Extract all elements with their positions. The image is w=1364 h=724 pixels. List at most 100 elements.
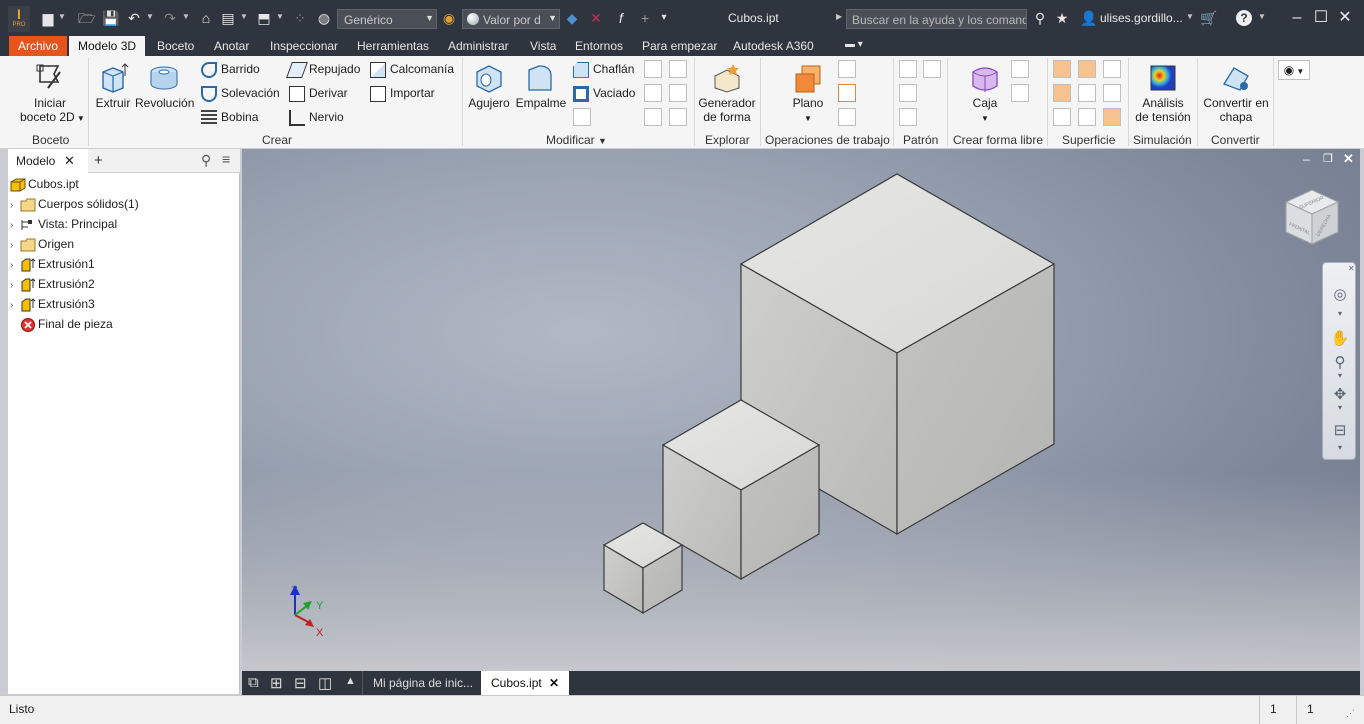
appearance-icon[interactable]: ◉ [441,10,457,26]
print-icon[interactable]: ▤ [220,10,236,26]
print-dropdown-icon[interactable]: ▼ [240,12,248,21]
repair-icon[interactable] [1078,108,1096,126]
start-2d-sketch-button[interactable]: Iniciar boceto 2D ▼ [20,62,85,126]
tile-icon[interactable]: ⊞ [270,674,283,692]
new-icon[interactable]: ▆ [40,10,56,26]
expand-icon[interactable]: › [10,216,20,236]
help-dropdown-icon[interactable]: ▼ [1258,12,1266,21]
trim-icon[interactable] [1053,84,1071,102]
customize-icon[interactable]: ▾ [656,10,672,26]
rib-button[interactable]: Nervio [289,108,344,128]
fit-mesh-icon[interactable] [1103,108,1121,126]
search-icon[interactable]: ⚲ [1032,10,1048,26]
expand-icon[interactable]: › [10,256,20,276]
add-browser-tab-icon[interactable]: + [94,152,103,169]
arrange-vertical-icon[interactable]: ◫ [318,674,332,692]
minimize-button[interactable]: – [1286,8,1308,28]
pan-icon[interactable]: ✋ [1330,329,1350,349]
circular-pattern-icon[interactable] [899,84,917,102]
tab-modelo-3d[interactable]: Modelo 3D [69,36,146,56]
shape-generator-button[interactable]: Generador de forma [697,62,757,124]
freeform-convert-icon[interactable] [1011,84,1029,102]
tab-para-empezar[interactable]: Para empezar [642,36,717,56]
decal-button[interactable]: Calcomanía [370,60,454,80]
search-arrow-icon[interactable]: ▶ [836,12,842,21]
revolve-button[interactable]: Revolución [135,62,194,110]
tree-item-extrusion3[interactable]: › Extrusión3 [10,294,95,314]
user-name[interactable]: ulises.gordillo... [1100,11,1183,25]
expand-icon[interactable]: › [10,236,20,256]
tab-boceto[interactable]: Boceto [157,36,194,56]
close-icon[interactable]: ✕ [64,153,75,169]
plus-icon[interactable]: + [637,10,653,26]
point-icon[interactable] [838,84,856,102]
box-button[interactable]: Caja ▼ [963,62,1007,126]
rectangular-pattern-icon[interactable] [899,60,917,78]
coil-button[interactable]: Bobina [201,108,258,128]
select-icon[interactable]: ⬒ [256,10,272,26]
help-icon[interactable]: ? [1236,10,1252,26]
tree-item-origin[interactable]: › Origen [10,234,74,254]
tab-archivo[interactable]: Archivo [9,36,68,56]
expand-icon[interactable]: › [10,276,20,296]
tab-entornos[interactable]: Entornos [575,36,623,56]
search-icon[interactable]: ⚲ [201,152,211,169]
arrange-horizontal-icon[interactable]: ⊟ [294,674,307,692]
steering-wheel-icon[interactable]: ◎ [1330,285,1350,305]
redo-icon[interactable]: ↷ [162,10,178,26]
sculpt-icon[interactable] [1078,60,1096,78]
draft-icon[interactable] [573,108,591,126]
direct-edit-icon[interactable] [644,108,662,126]
menu-icon[interactable]: ≡ [222,151,230,167]
tab-herramientas[interactable]: Herramientas [357,36,429,56]
extrude-button[interactable]: Extruir [93,62,133,110]
browser-tab-modelo[interactable]: Modelo ✕ [8,149,88,173]
fx-icon[interactable]: f [613,10,629,26]
clear-appearance-icon[interactable]: ✕ [588,10,604,26]
tab-anotar[interactable]: Anotar [214,36,249,56]
user-icon[interactable]: 👤 [1080,10,1097,26]
material-select[interactable]: Genérico ▼ [337,9,437,29]
minimize-icon[interactable]: – [1303,152,1310,166]
fillet-button[interactable]: Empalme [515,62,567,110]
customize-icon[interactable]: ▾ [1330,443,1350,463]
tree-root[interactable]: Cubos.ipt [10,174,79,194]
look-at-icon[interactable]: ⊟ [1330,421,1350,441]
sketch-icon[interactable]: ⁘ [292,10,308,26]
delete-face-icon[interactable] [669,108,687,126]
restore-icon[interactable]: ❐ [1323,152,1333,165]
orbit-icon[interactable]: ✥ [1330,385,1350,405]
zoom-icon[interactable]: ⚲ [1330,353,1350,373]
undo-icon[interactable]: ↶ [126,10,142,26]
tree-item-end-of-part[interactable]: Final de pieza [20,314,113,334]
derive-button[interactable]: Derivar [289,84,348,104]
tab-vista[interactable]: Vista [530,36,556,56]
user-dropdown-icon[interactable]: ▼ [1186,12,1194,21]
doc-tab-home[interactable]: Mi página de inic... [362,671,483,695]
tab-administrar[interactable]: Administrar [448,36,509,56]
loft-button[interactable]: Solevación [201,84,280,104]
resize-grip-icon[interactable]: ⋰ [1346,708,1355,719]
undo-dropdown-icon[interactable]: ▼ [146,12,154,21]
thicken-icon[interactable] [669,84,687,102]
tree-item-view[interactable]: › Vista: Principal [10,214,117,234]
expand-icon[interactable]: › [10,196,20,216]
extend-icon[interactable] [1078,84,1096,102]
ribbon-options-icon[interactable]: ▬ ▾ [845,36,863,56]
freeform-face-icon[interactable] [1011,60,1029,78]
open-icon[interactable]: 🗁 [78,10,95,26]
home-icon[interactable]: ⌂ [198,10,214,26]
chevron-up-icon[interactable]: ▲ [345,675,356,687]
star-icon[interactable]: ★ [1054,10,1070,26]
close-icon[interactable]: ✕ [549,676,559,690]
sketch-pattern-icon[interactable] [899,108,917,126]
help-search-input[interactable]: Buscar en la ayuda y los comand [846,9,1027,29]
ribbon-expand-button[interactable]: ◉ ▼ [1278,60,1310,80]
replace-face-icon[interactable] [1103,84,1121,102]
stress-analysis-button[interactable]: Análisis de tensión [1134,62,1192,124]
sweep-button[interactable]: Barrido [201,60,260,80]
shell-button[interactable]: Vaciado [573,84,635,104]
plane-button[interactable]: Plano ▼ [787,62,829,126]
patch-icon[interactable] [1103,60,1121,78]
adjust-appearance-icon[interactable]: ◆ [564,10,580,26]
